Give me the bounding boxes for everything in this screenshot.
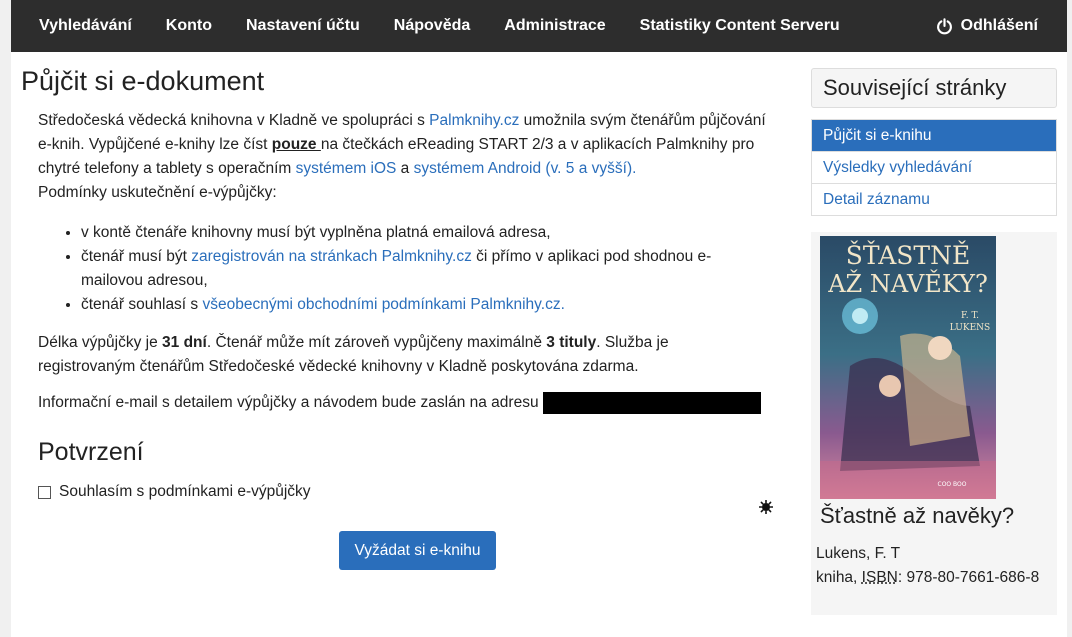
agree-row: Souhlasím s podmínkami e-výpůjčky [38, 483, 781, 501]
conditions-list: v kontě čtenáře knihovny musí být vyplně… [21, 221, 731, 317]
intro-text-4: a [396, 160, 414, 177]
loading-spinner-icon [759, 500, 773, 514]
sidebar-item-record-detail[interactable]: Detail záznamu [812, 183, 1056, 215]
loan-text: Délka výpůjčky je [38, 334, 163, 351]
condition-item: čtenář musí být zaregistrován na stránka… [81, 245, 731, 293]
request-ebook-button[interactable]: Vyžádat si e-knihu [339, 531, 496, 570]
nav-account-settings[interactable]: Nastavení účtu [229, 17, 377, 35]
book-isbn: kniha, ISBN: 978-80-7661-686-8 [816, 569, 1039, 587]
condition-item: čtenář souhlasí s všeobecnými obchodními… [81, 293, 731, 317]
page-title: Půjčit si e-dokument [21, 66, 265, 96]
condition-item: v kontě čtenáře knihovny musí být vyplně… [81, 221, 731, 245]
nav-search[interactable]: Vyhledávání [11, 17, 149, 35]
condition-text: čtenář souhlasí s [81, 296, 203, 313]
top-navbar: Vyhledávání Konto Nastavení účtu Nápověd… [11, 0, 1067, 52]
book-cover-image[interactable]: ŠŤASTNĚ AŽ NAVĚKY? F. T. LUKENS COO BOO [820, 236, 996, 499]
logout-button[interactable]: Odhlášení [919, 17, 1067, 35]
logout-label: Odhlášení [960, 17, 1038, 34]
condition-text: v kontě čtenáře knihovny musí být vyplně… [81, 224, 551, 241]
register-link[interactable]: zaregistrován na stránkach Palmknihy.cz [191, 248, 472, 265]
loan-text: . Čtenář může mít zároveň vypůjčeny maxi… [206, 334, 547, 351]
conditions-intro: Podmínky uskutečnění e-výpůjčky: [38, 184, 277, 201]
nav-administration[interactable]: Administrace [487, 17, 622, 35]
redacted-email [542, 392, 761, 414]
loan-titles: 3 tituly [546, 334, 597, 351]
loan-paragraph: Délka výpůjčky je 31 dní. Čtenář může mí… [38, 331, 718, 379]
condition-text: čtenář musí být [81, 248, 192, 265]
agree-label[interactable]: Souhlasím s podmínkami e-výpůjčky [59, 483, 311, 501]
loan-days: 31 dní [162, 334, 207, 351]
cover-publisher: COO BOO [938, 481, 967, 488]
intro-pouze: pouze [271, 136, 321, 153]
sidebar-item-search-results[interactable]: Výsledky vyhledávání [812, 151, 1056, 183]
isbn-value: : 978-80-7661-686-8 [897, 569, 1040, 586]
page-frame: Vyhledávání Konto Nastavení účtu Nápověd… [11, 0, 1067, 637]
cover-author-line2: LUKENS [950, 323, 990, 333]
book-author: Lukens, F. T [816, 545, 901, 562]
main-content: Půjčit si e-dokument Středočeská vědecká… [21, 66, 781, 570]
sidebar-item-borrow-ebook[interactable]: Půjčit si e-knihu [812, 120, 1056, 151]
confirmation-heading: Potvrzení [38, 438, 144, 466]
nav-help[interactable]: Nápověda [377, 17, 487, 35]
sidebar: Související stránky Půjčit si e-knihu Vý… [811, 68, 1057, 615]
agree-checkbox[interactable] [38, 485, 51, 499]
email-text: Informační e-mail s detailem výpůjčky a … [38, 394, 539, 411]
isbn-label: ISBN [861, 569, 898, 586]
palmknihy-link[interactable]: Palmknihy.cz [429, 112, 519, 129]
intro-text-1: Středočeská vědecká knihovna v Kladně ve… [38, 112, 430, 129]
email-paragraph: Informační e-mail s detailem výpůjčky a … [38, 391, 781, 415]
power-icon [936, 17, 952, 34]
related-pages-list: Půjčit si e-knihu Výsledky vyhledávání D… [811, 119, 1057, 216]
related-pages-heading: Související stránky [811, 68, 1057, 108]
cover-title-line1: ŠŤASTNĚ [846, 241, 970, 270]
intro-paragraph: Středočeská vědecká knihovna v Kladně ve… [38, 109, 768, 205]
book-card: ŠŤASTNĚ AŽ NAVĚKY? F. T. LUKENS COO BOO … [811, 232, 1057, 615]
terms-link[interactable]: všeobecnými obchodními podmínkami Palmkn… [202, 296, 564, 313]
isbn-prefix: kniha, [816, 569, 862, 586]
cover-author-line1: F. T. [961, 311, 979, 321]
ios-link[interactable]: systémem iOS [296, 160, 397, 177]
book-title[interactable]: Šťastně až navěky? [820, 503, 1014, 529]
nav-content-server-stats[interactable]: Statistiky Content Serveru [623, 17, 857, 35]
android-link[interactable]: systémem Android (v. 5 a vyšší). [414, 160, 637, 177]
cover-title-line2: AŽ NAVĚKY? [827, 269, 988, 298]
nav-account[interactable]: Konto [149, 17, 229, 35]
